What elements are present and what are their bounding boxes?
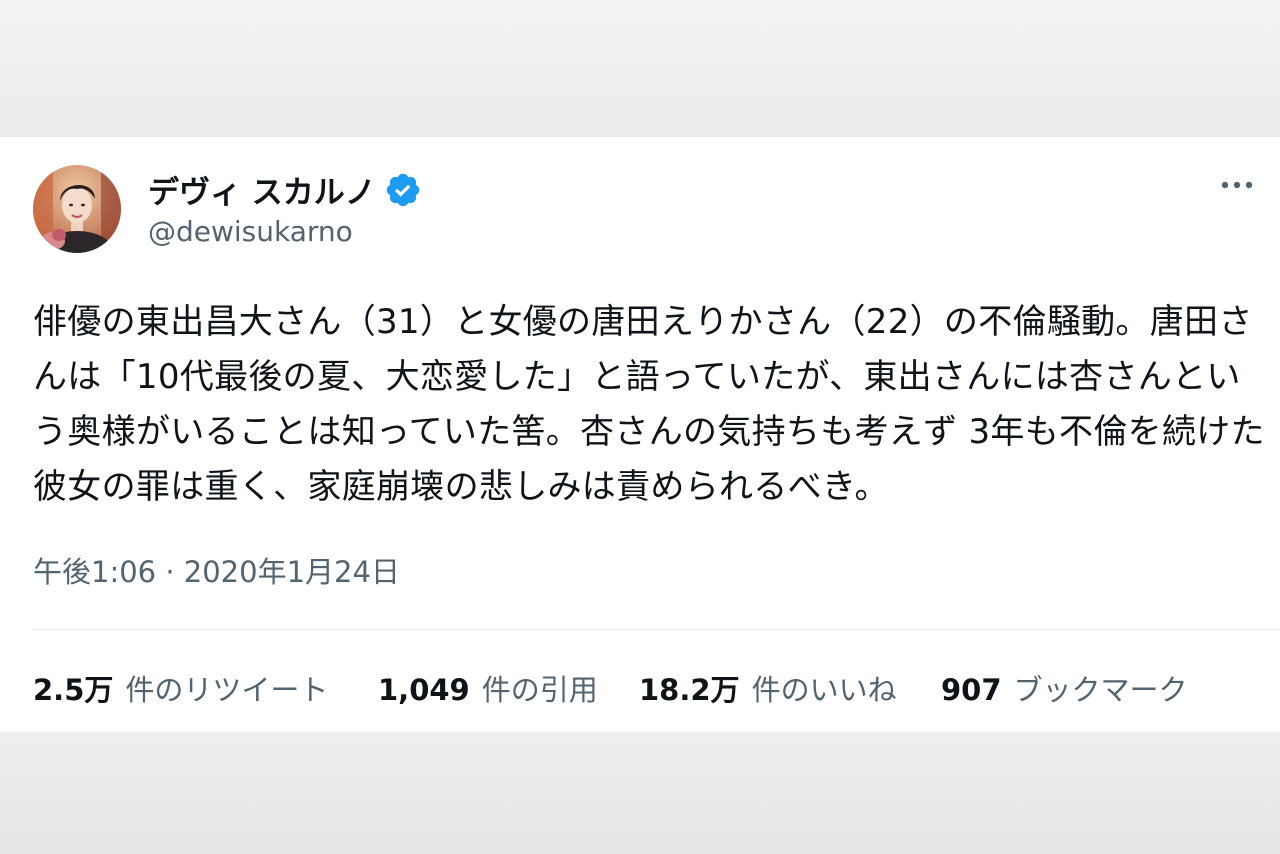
divider bbox=[33, 629, 1280, 630]
verified-badge-icon bbox=[384, 171, 422, 209]
display-name[interactable]: デヴィ スカルノ bbox=[148, 167, 422, 212]
tweet-text: 俳優の東出昌大さん（31）と女優の唐田えりかさん（22）の不倫騒動。唐田さんは「… bbox=[33, 302, 1265, 507]
retweets-stat[interactable]: 2.5万 件のリツイート bbox=[33, 667, 328, 709]
likes-label: 件のいいね bbox=[751, 673, 897, 707]
bookmarks-stat[interactable]: 907 ブックマーク bbox=[941, 667, 1188, 709]
quotes-stat[interactable]: 1,049 件の引用 bbox=[378, 667, 598, 709]
avatar[interactable] bbox=[33, 165, 121, 253]
background-top bbox=[0, 0, 1280, 137]
retweets-label: 件のリツイート bbox=[125, 673, 329, 707]
bookmarks-label: ブックマーク bbox=[1013, 673, 1188, 707]
likes-count: 18.2万 bbox=[639, 673, 740, 707]
user-handle[interactable]: @dewisukarno bbox=[148, 215, 353, 248]
bookmarks-count: 907 bbox=[941, 673, 1002, 707]
quotes-label: 件の引用 bbox=[481, 673, 598, 707]
background-bottom bbox=[0, 732, 1280, 854]
quotes-count: 1,049 bbox=[378, 673, 470, 707]
retweets-count: 2.5万 bbox=[33, 673, 114, 707]
likes-stat[interactable]: 18.2万 件のいいね bbox=[639, 667, 897, 709]
more-options-icon[interactable] bbox=[1219, 175, 1255, 195]
display-name-text: デヴィ スカルノ bbox=[148, 175, 376, 211]
tweet-timestamp[interactable]: 午後1:06 · 2020年1月24日 bbox=[33, 549, 400, 591]
tweet-card: デヴィ スカルノ @dewisukarno 俳優の東出昌大さん（31）と女優の唐… bbox=[0, 137, 1280, 732]
